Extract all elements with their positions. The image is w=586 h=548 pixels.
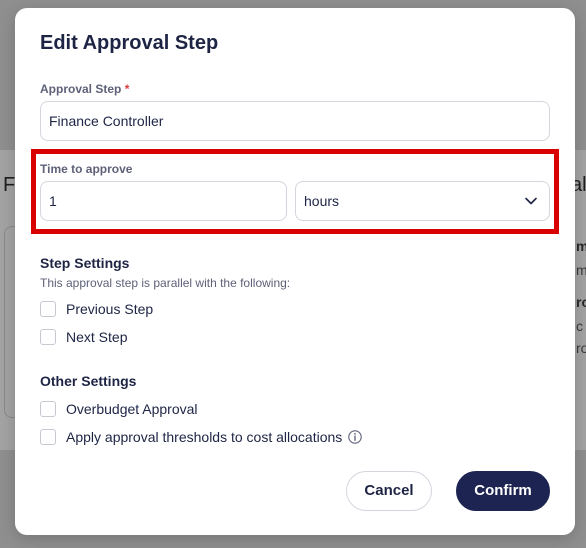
background-text-fragment: ro <box>576 294 586 310</box>
approval-thresholds-label: Apply approval thresholds to cost alloca… <box>66 429 343 445</box>
required-marker: * <box>124 82 130 96</box>
next-step-label: Next Step <box>66 329 128 345</box>
approval-thresholds-option[interactable]: Apply approval thresholds to cost alloca… <box>40 428 363 446</box>
background-heading-fragment: F <box>3 174 16 196</box>
overbudget-approval-label: Overbudget Approval <box>66 401 198 417</box>
approval-step-label: Approval Step * <box>40 82 129 96</box>
previous-step-checkbox[interactable] <box>40 301 56 317</box>
time-unit-select[interactable]: hours <box>295 181 550 221</box>
dialog-title: Edit Approval Step <box>40 32 219 54</box>
step-settings-title: Step Settings <box>40 255 130 271</box>
time-amount-input[interactable]: 1 <box>40 181 287 221</box>
step-settings-description: This approval step is parallel with the … <box>40 276 291 290</box>
confirm-button[interactable]: Confirm <box>456 471 550 511</box>
background-text-fragment: m <box>576 262 586 278</box>
approval-step-input[interactable]: Finance Controller <box>40 101 550 141</box>
overbudget-approval-checkbox[interactable] <box>40 401 56 417</box>
edit-approval-step-dialog: Edit Approval Step Approval Step * Finan… <box>15 8 575 535</box>
previous-step-label: Previous Step <box>66 301 154 317</box>
approval-thresholds-checkbox[interactable] <box>40 429 56 445</box>
next-step-option[interactable]: Next Step <box>40 328 127 346</box>
previous-step-option[interactable]: Previous Step <box>40 300 153 318</box>
cancel-button[interactable]: Cancel <box>346 471 432 511</box>
background-text-fragment: m <box>576 238 586 254</box>
background-text-fragment: ro <box>576 340 586 356</box>
time-unit-value: hours <box>304 193 340 209</box>
overbudget-approval-option[interactable]: Overbudget Approval <box>40 400 198 418</box>
chevron-down-icon <box>525 182 537 220</box>
time-to-approve-label: Time to approve <box>40 162 133 176</box>
next-step-checkbox[interactable] <box>40 329 56 345</box>
approval-step-label-text: Approval Step <box>40 82 122 96</box>
background-text-fragment: c <box>576 318 583 334</box>
info-icon[interactable] <box>348 430 363 444</box>
other-settings-title: Other Settings <box>40 373 137 389</box>
